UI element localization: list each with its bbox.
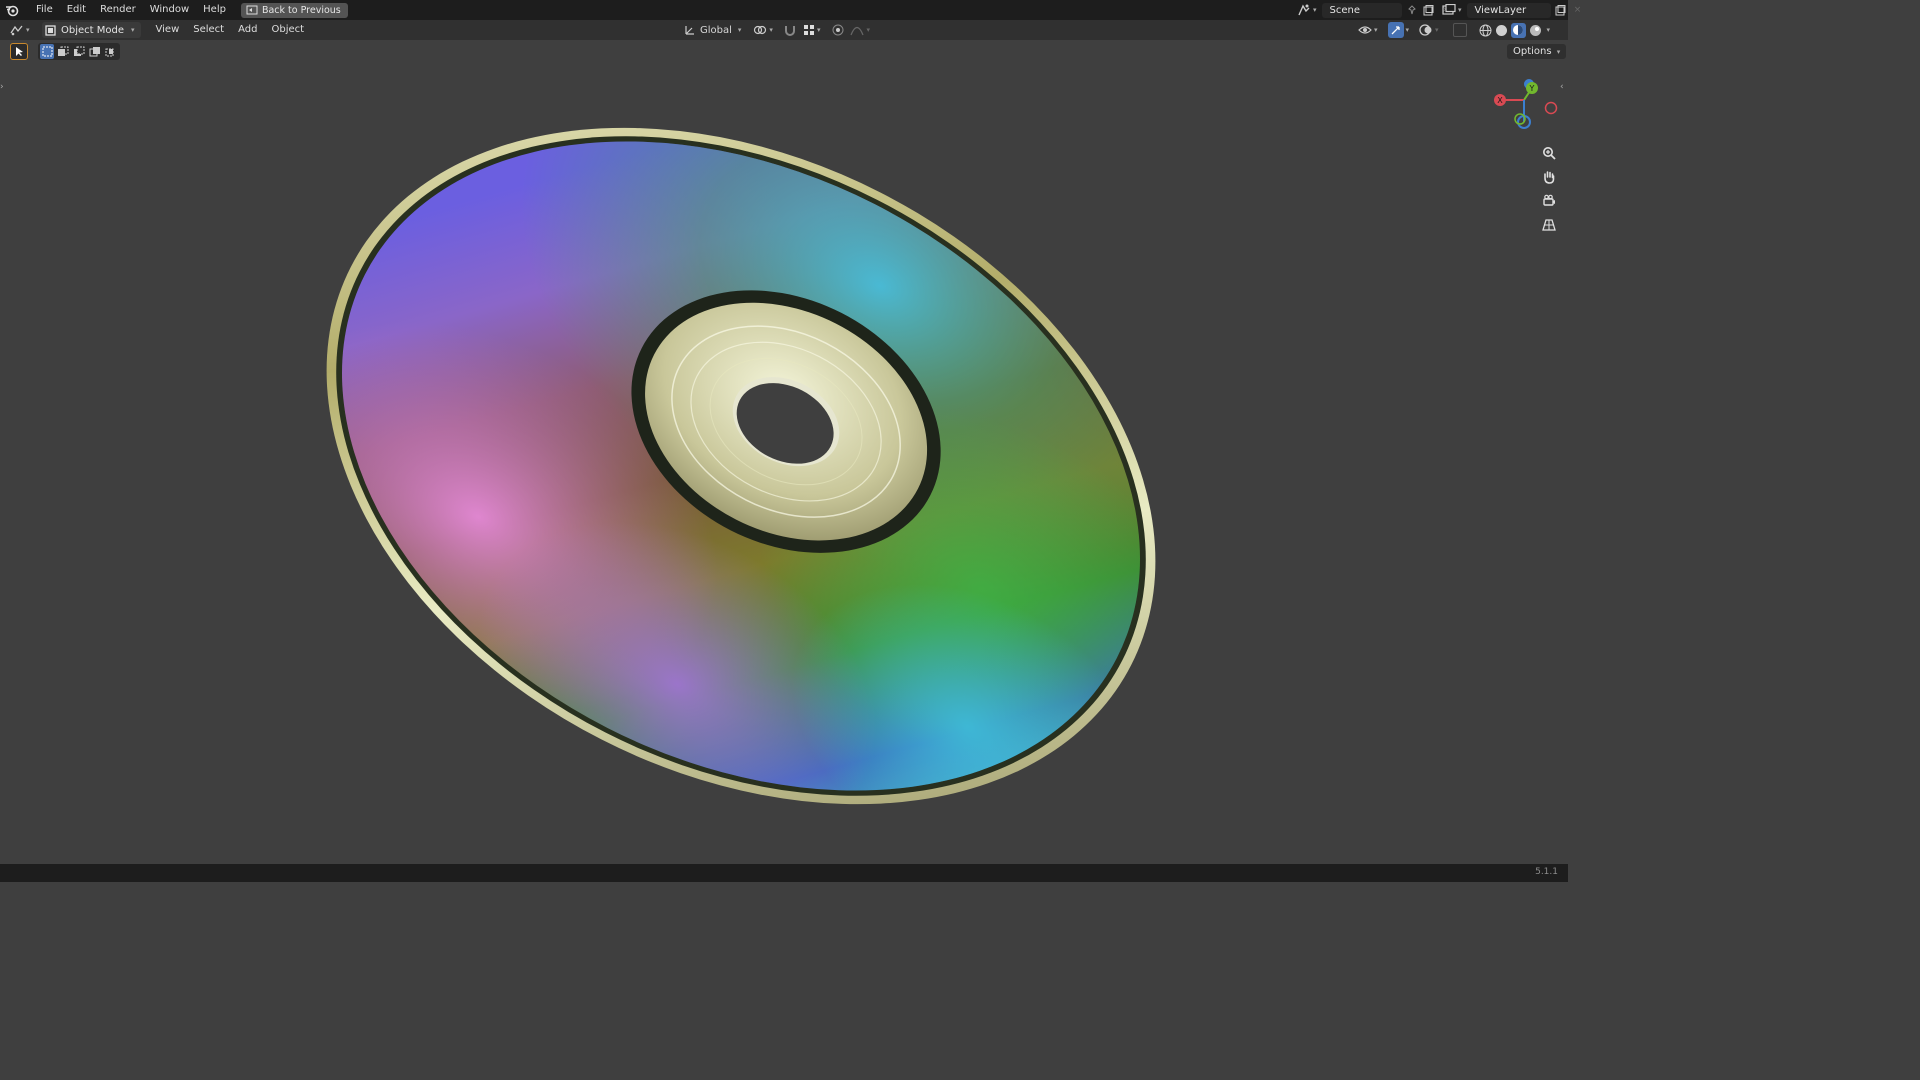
eye-icon: [1358, 26, 1372, 34]
new-viewlayer-icon[interactable]: [1554, 3, 1568, 17]
viewport-3d[interactable]: [0, 40, 1568, 864]
snap-target-dropdown[interactable]: ▾: [803, 24, 821, 36]
back-to-previous-button[interactable]: Back to Previous: [240, 2, 348, 18]
scene-name-field[interactable]: Scene: [1321, 2, 1402, 18]
chevron-down-icon: ▾: [1313, 6, 1317, 14]
orientation-label: Global: [700, 24, 732, 36]
viewlayer-name-field[interactable]: ViewLayer: [1466, 2, 1551, 18]
xray-toggle-icon[interactable]: [1452, 23, 1467, 37]
version-label: 5.1.1: [1535, 867, 1558, 877]
chevron-down-icon: ▾: [816, 26, 821, 34]
chevron-down-icon: ▾: [866, 26, 870, 34]
wireframe-shading-icon[interactable]: [1479, 24, 1492, 37]
orientation-icon: [685, 26, 694, 35]
menu-render[interactable]: Render: [93, 0, 143, 20]
gizmo-toggle[interactable]: ▾: [1387, 22, 1410, 38]
chevron-down-icon: ▾: [1458, 6, 1462, 14]
proportional-edit-icon: [832, 24, 844, 36]
hand-pan-icon: [1544, 171, 1555, 184]
menu-window[interactable]: Window: [143, 0, 196, 20]
editor-type-selector[interactable]: ▾: [10, 24, 32, 36]
back-icon: [246, 5, 258, 15]
shading-modes: ▾: [1479, 22, 1551, 38]
viewlayer-selector[interactable]: ▾ ViewLayer ×: [1442, 2, 1585, 18]
mode-dropdown[interactable]: Object Mode ▾: [42, 22, 141, 38]
neg-x-axis-handle-icon[interactable]: [1544, 101, 1558, 115]
chevron-down-icon[interactable]: ▾: [1547, 26, 1551, 34]
viewlayer-icon: [1442, 4, 1456, 15]
chevron-down-icon: ▾: [131, 26, 135, 34]
chevron-down-icon: ▾: [1374, 26, 1378, 34]
chevron-down-icon: ▾: [737, 26, 742, 34]
object-mode-icon: [45, 24, 56, 36]
transform-tools: Global ▾ ▾ ▾ ▾: [684, 22, 870, 38]
proportional-edit-toggle[interactable]: [832, 24, 844, 36]
falloff-curve-icon: [850, 26, 865, 36]
blender-logo-icon[interactable]: [5, 3, 19, 17]
viewport-display-tools: ▾ ▾ ▾ ▾: [1358, 22, 1550, 38]
chevron-down-icon: ▾: [769, 26, 773, 34]
magnet-icon: [784, 26, 795, 36]
overlay-icon: [1419, 24, 1432, 36]
menu-object[interactable]: Object: [264, 20, 311, 40]
camera-icon: [1543, 194, 1555, 206]
x-axis-label: X: [1497, 96, 1503, 105]
scene-selector[interactable]: ▾ Scene ×: [1297, 2, 1453, 18]
status-bar: 5.1.1: [0, 864, 1568, 882]
zoom-button[interactable]: [1538, 142, 1560, 164]
top-bar: File Edit Render Window Help Back to Pre…: [0, 0, 1581, 20]
menu-view[interactable]: View: [149, 20, 187, 40]
visibility-dropdown[interactable]: ▾: [1358, 24, 1378, 36]
y-axis-label: Y: [1529, 84, 1535, 93]
viewport-editor-icon: [10, 25, 23, 36]
menu-file[interactable]: File: [29, 0, 60, 20]
gizmo-icon: [1387, 22, 1404, 38]
camera-view-button[interactable]: [1538, 190, 1560, 212]
pan-button[interactable]: [1538, 166, 1560, 188]
back-button-label: Back to Previous: [261, 4, 341, 16]
pivot-icon: [754, 25, 767, 35]
solid-shading-icon[interactable]: [1495, 24, 1508, 37]
chevron-down-icon: ▾: [1435, 26, 1439, 34]
perspective-grid-icon: [1542, 219, 1556, 231]
zoom-icon: [1543, 147, 1556, 160]
falloff-dropdown[interactable]: ▾: [850, 24, 870, 36]
rendered-shading-icon[interactable]: [1529, 24, 1542, 37]
snap-grid-icon: [803, 25, 814, 35]
snap-toggle[interactable]: [783, 23, 797, 37]
chevron-down-icon: ▾: [26, 26, 30, 34]
new-scene-icon[interactable]: [1422, 3, 1436, 17]
pivot-point-dropdown[interactable]: ▾: [753, 24, 773, 36]
chevron-down-icon: ▾: [1405, 26, 1410, 34]
scene-icon: [1298, 4, 1310, 16]
menu-edit[interactable]: Edit: [60, 0, 93, 20]
close-icon[interactable]: ×: [1571, 3, 1585, 17]
menu-help[interactable]: Help: [196, 0, 233, 20]
menu-select[interactable]: Select: [186, 20, 231, 40]
perspective-toggle-button[interactable]: [1538, 214, 1560, 236]
material-preview-shading-icon[interactable]: [1510, 22, 1526, 38]
pin-icon[interactable]: [1405, 3, 1419, 17]
menu-add[interactable]: Add: [231, 20, 264, 40]
navigation-gizmo[interactable]: Y X: [1488, 74, 1560, 136]
mode-label: Object Mode: [61, 24, 124, 36]
transform-orientation-dropdown[interactable]: Global ▾: [684, 24, 741, 36]
overlay-toggle[interactable]: ▾: [1419, 23, 1439, 37]
cd-disc[interactable]: [211, 40, 1270, 864]
